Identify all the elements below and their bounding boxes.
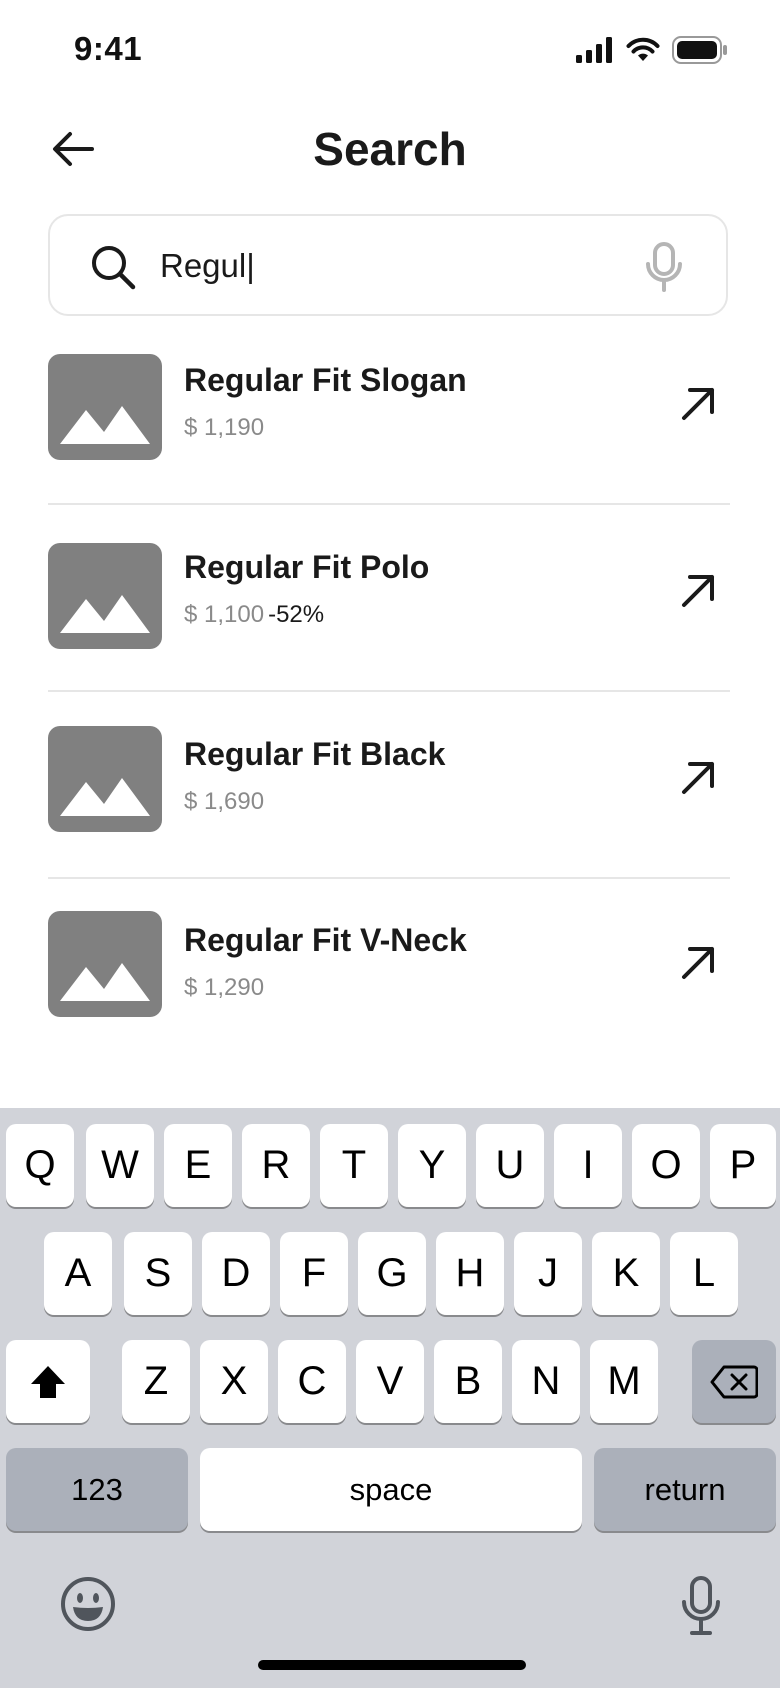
return-key[interactable]: return <box>594 1448 776 1531</box>
image-placeholder-icon <box>60 778 150 816</box>
status-bar: 9:41 <box>0 0 780 100</box>
dictation-mic-icon[interactable] <box>680 1576 722 1636</box>
arrow-up-right-icon[interactable] <box>678 758 718 798</box>
key-l[interactable]: L <box>670 1232 738 1315</box>
key-s[interactable]: S <box>124 1232 192 1315</box>
key-b[interactable]: B <box>434 1340 502 1423</box>
status-icons <box>576 36 728 64</box>
key-k[interactable]: K <box>592 1232 660 1315</box>
result-item[interactable]: Regular Fit Slogan $ 1,190 <box>48 350 730 503</box>
emoji-icon[interactable] <box>60 1576 116 1632</box>
key-c[interactable]: C <box>278 1340 346 1423</box>
key-m[interactable]: M <box>590 1340 658 1423</box>
key-p[interactable]: P <box>710 1124 776 1207</box>
key-j[interactable]: J <box>514 1232 582 1315</box>
key-x[interactable]: X <box>200 1340 268 1423</box>
arrow-up-right-icon[interactable] <box>678 571 718 611</box>
price-value: $ 1,190 <box>184 414 265 441</box>
battery-icon <box>672 36 727 64</box>
search-icon <box>92 246 136 290</box>
key-o[interactable]: O <box>632 1124 700 1207</box>
header: Search <box>0 110 780 190</box>
numbers-key[interactable]: 123 <box>6 1448 188 1531</box>
image-placeholder-icon <box>60 963 150 1001</box>
product-thumbnail <box>48 543 162 649</box>
status-time: 9:41 <box>74 30 143 67</box>
shift-icon <box>31 1365 65 1398</box>
key-w[interactable]: W <box>86 1124 154 1207</box>
arrow-up-right-icon[interactable] <box>678 943 718 983</box>
page-title: Search <box>313 123 467 175</box>
key-u[interactable]: U <box>476 1124 544 1207</box>
product-price: $ 1,100 -52% <box>184 601 324 629</box>
key-f[interactable]: F <box>280 1232 348 1315</box>
search-box <box>48 214 728 316</box>
key-a[interactable]: A <box>44 1232 112 1315</box>
signal-icon <box>576 37 612 63</box>
key-i[interactable]: I <box>554 1124 622 1207</box>
product-thumbnail <box>48 911 162 1017</box>
product-price: $ 1,690 <box>184 788 264 816</box>
price-value: $ 1,690 <box>184 788 265 815</box>
search-input[interactable] <box>160 240 640 292</box>
backspace-icon <box>710 1365 758 1398</box>
image-placeholder-icon <box>60 595 150 633</box>
discount-badge: -52% <box>268 601 325 628</box>
product-name: Regular Fit Polo <box>184 549 430 585</box>
microphone-icon[interactable] <box>644 242 684 292</box>
shift-key[interactable] <box>6 1340 90 1423</box>
product-name: Regular Fit Black <box>184 736 446 772</box>
key-q[interactable]: Q <box>6 1124 74 1207</box>
result-item[interactable]: Regular Fit V-Neck $ 1,290 <box>48 877 730 1027</box>
key-n[interactable]: N <box>512 1340 580 1423</box>
key-y[interactable]: Y <box>398 1124 466 1207</box>
key-t[interactable]: T <box>320 1124 388 1207</box>
price-value: $ 1,290 <box>184 974 265 1001</box>
keyboard: Q W E R T Y U I O P A S D F G H J K L Z … <box>0 1108 780 1688</box>
key-v[interactable]: V <box>356 1340 424 1423</box>
product-price: $ 1,190 <box>184 414 264 442</box>
product-thumbnail <box>48 726 162 832</box>
key-e[interactable]: E <box>164 1124 232 1207</box>
key-r[interactable]: R <box>242 1124 310 1207</box>
result-item[interactable]: Regular Fit Polo $ 1,100 -52% <box>48 503 730 690</box>
product-price: $ 1,290 <box>184 974 264 1002</box>
space-key[interactable]: space <box>200 1448 582 1531</box>
key-g[interactable]: G <box>358 1232 426 1315</box>
backspace-key[interactable] <box>692 1340 776 1423</box>
arrow-up-right-icon[interactable] <box>678 384 718 424</box>
price-value: $ 1,100 <box>184 601 265 628</box>
product-name: Regular Fit Slogan <box>184 362 467 398</box>
home-indicator <box>258 1660 526 1670</box>
image-placeholder-icon <box>60 406 150 444</box>
key-d[interactable]: D <box>202 1232 270 1315</box>
key-z[interactable]: Z <box>122 1340 190 1423</box>
key-h[interactable]: H <box>436 1232 504 1315</box>
wifi-icon <box>626 37 660 61</box>
results-list: Regular Fit Slogan $ 1,190 Regular Fit P… <box>48 350 730 1027</box>
product-thumbnail <box>48 354 162 460</box>
product-name: Regular Fit V-Neck <box>184 922 467 958</box>
result-item[interactable]: Regular Fit Black $ 1,690 <box>48 690 730 877</box>
